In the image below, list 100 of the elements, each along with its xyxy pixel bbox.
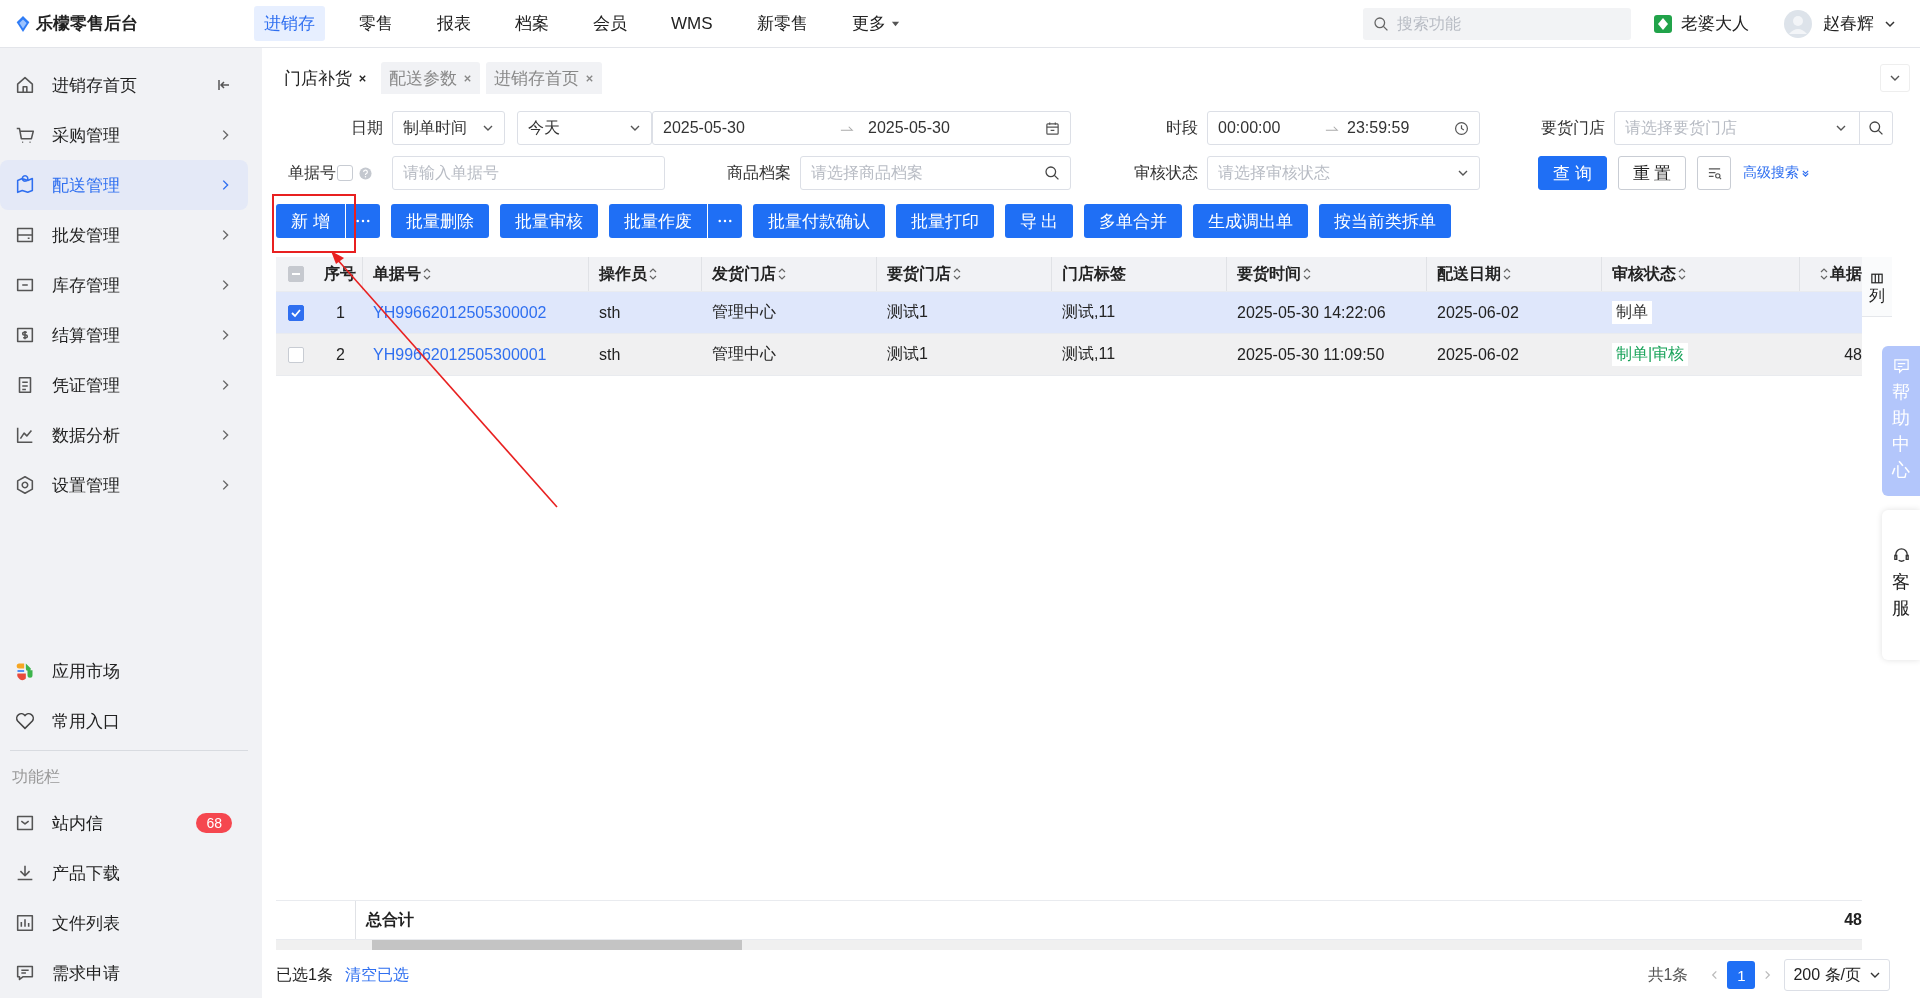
sidebar-item[interactable]: 配送管理 [0, 160, 248, 210]
action-button[interactable]: 批量删除 [390, 204, 489, 238]
clock-icon [1454, 120, 1469, 136]
time-range-field[interactable]: 00:00:00 23:59:59 [1207, 111, 1480, 145]
row-checkbox[interactable] [288, 304, 304, 321]
column-header[interactable]: 要货门店 [877, 257, 1052, 291]
sort-icon[interactable] [778, 267, 786, 281]
table-cell-text: 测试,11 [1062, 344, 1116, 364]
section-title: 功能栏 [11, 767, 61, 787]
total-label: 总合计 [366, 909, 414, 930]
column-header[interactable]: 要货时间 [1227, 257, 1427, 291]
logo-icon [14, 14, 32, 33]
sidebar-item[interactable]: 设置管理 [0, 460, 248, 510]
checkbox[interactable] [337, 165, 353, 181]
action-button[interactable]: 批量打印 [895, 204, 994, 238]
nav-tab[interactable]: WMS [661, 7, 723, 40]
action-button[interactable]: 批量作废 [608, 204, 707, 238]
column-header[interactable]: 配送日期 [1427, 257, 1602, 291]
store-name[interactable]: 老婆大人 [1681, 12, 1749, 35]
sort-icon[interactable] [423, 267, 431, 281]
nav-tab[interactable]: 会员 [583, 6, 637, 41]
double-chevron-icon [1801, 168, 1810, 178]
nav-tab[interactable]: 进销存 [254, 6, 325, 41]
sidebar-item[interactable]: 站内信 68 [0, 798, 248, 848]
action-button[interactable]: 按当前类拆单 [1319, 204, 1452, 238]
more-button[interactable] [345, 204, 380, 238]
sidebar-item[interactable]: 进销存首页 [0, 60, 248, 110]
sidebar-item[interactable]: 产品下载 [0, 848, 248, 898]
input-field[interactable]: 请输入单据号 [392, 156, 665, 190]
app-grid-icon [14, 661, 36, 681]
action-button[interactable]: 导 出 [1004, 204, 1074, 238]
column-header[interactable]: 操作员 [589, 257, 702, 291]
advanced-search-link[interactable]: 高级搜索 [1743, 164, 1810, 182]
row-checkbox[interactable] [288, 346, 304, 363]
select-field[interactable]: 今天 [517, 111, 652, 145]
chat-icon [1892, 358, 1910, 375]
clear-selection-link[interactable]: 清空已选 [344, 964, 409, 986]
column-header[interactable]: 发货门店 [702, 257, 877, 291]
sidebar-item[interactable]: 文件列表 [0, 898, 248, 948]
reset-button[interactable]: 重 置 [1618, 156, 1686, 190]
filter-settings-button[interactable] [1697, 156, 1731, 190]
select-all-checkbox[interactable] [288, 266, 304, 282]
sidebar-item[interactable]: 需求申请 [0, 948, 248, 998]
page-button[interactable]: 1 [1727, 961, 1756, 989]
more-button[interactable] [707, 204, 742, 238]
sort-icon[interactable] [1503, 267, 1511, 281]
customer-service-tab[interactable]: 客服 [1882, 510, 1920, 660]
sidebar-item[interactable]: 凭证管理 [0, 360, 248, 410]
nav-tab[interactable]: 新零售 [746, 6, 818, 41]
sort-icon[interactable] [1303, 267, 1311, 281]
sidebar-item[interactable]: 库存管理 [0, 260, 248, 310]
action-button[interactable]: 批量付款确认 [752, 204, 885, 238]
column-header[interactable]: 门店标签 [1052, 257, 1227, 291]
sidebar-item[interactable]: 应用市场 [0, 646, 248, 696]
table-cell-text: 测试,11 [1062, 302, 1116, 322]
table-cell-text: 管理中心 [712, 344, 776, 364]
sidebar-item[interactable]: 数据分析 [0, 410, 248, 460]
page-size-select[interactable]: 200 条/页 [1784, 959, 1890, 991]
filter-icon [1706, 165, 1722, 181]
field-label: 日期 [350, 117, 384, 138]
nav-tab[interactable]: 零售 [349, 6, 403, 41]
column-header[interactable]: 单据号 [363, 257, 589, 291]
action-button[interactable]: 多单合并 [1084, 204, 1183, 238]
date-range-field[interactable]: 2025-05-30 2025-05-30 [652, 111, 1071, 145]
table-cell: 1 [336, 303, 345, 322]
columns-icon [1871, 273, 1883, 284]
column-header[interactable]: 单据 [1800, 257, 1862, 291]
sort-icon[interactable] [1678, 267, 1686, 281]
more-icon [717, 219, 732, 223]
count-badge: 68 [196, 813, 232, 833]
nav-tab[interactable]: 档案 [505, 6, 559, 41]
search-icon [1868, 120, 1884, 136]
column-header[interactable]: 审核状态 [1602, 257, 1800, 291]
query-button[interactable]: 查 询 [1538, 156, 1607, 190]
nav-tab[interactable]: 报表 [427, 6, 481, 41]
collapse-icon[interactable] [216, 77, 232, 93]
sort-icon[interactable] [953, 267, 961, 281]
sidebar-item[interactable]: 批发管理 [0, 210, 248, 260]
sidebar-item[interactable]: 结算管理 [0, 310, 248, 360]
calendar-icon [1045, 120, 1060, 136]
sidebar-item[interactable]: 采购管理 [0, 110, 248, 160]
status-tag: 制单|审核 [1612, 343, 1689, 366]
action-button[interactable]: 批量审核 [499, 204, 598, 238]
sort-icon[interactable] [1820, 267, 1828, 281]
search-field[interactable]: 搜索功能 [1363, 7, 1631, 40]
user-name[interactable]: 赵春辉 [1823, 12, 1874, 35]
select-field[interactable]: 制单时间 [392, 111, 505, 145]
headset-icon [1891, 546, 1911, 565]
scrollbar[interactable] [276, 940, 1862, 950]
nav-tab[interactable]: 更多 [841, 6, 910, 41]
table-cell: 2025-06-02 [1437, 303, 1519, 322]
search-icon [1373, 15, 1389, 32]
close-icon[interactable] [358, 73, 367, 83]
sidebar-item[interactable]: 常用入口 [0, 696, 248, 746]
action-button[interactable]: 新 增 [276, 204, 345, 238]
column-settings-button[interactable]: 列 [1862, 257, 1892, 317]
action-button[interactable]: 生成调出单 [1193, 204, 1309, 238]
sort-icon[interactable] [649, 267, 657, 281]
bar-chart-icon [14, 912, 36, 934]
table-cell: 48 [1844, 345, 1862, 364]
